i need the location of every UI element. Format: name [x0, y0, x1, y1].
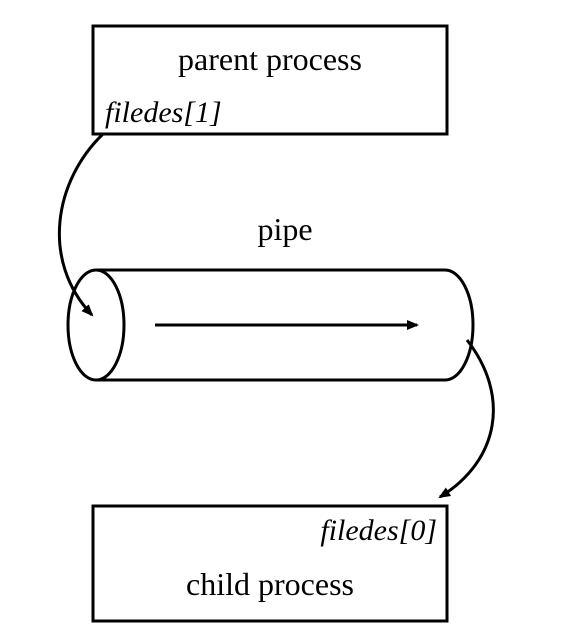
parent-process-title: parent process [178, 41, 362, 77]
parent-fd-label: filedes[1] [105, 96, 222, 129]
pipe-diagram: parent process filedes[1] pipe filedes[0… [0, 0, 576, 644]
pipe-label: pipe [257, 211, 312, 247]
child-process-title: child process [186, 566, 354, 602]
child-fd-label: filedes[0] [320, 514, 437, 547]
